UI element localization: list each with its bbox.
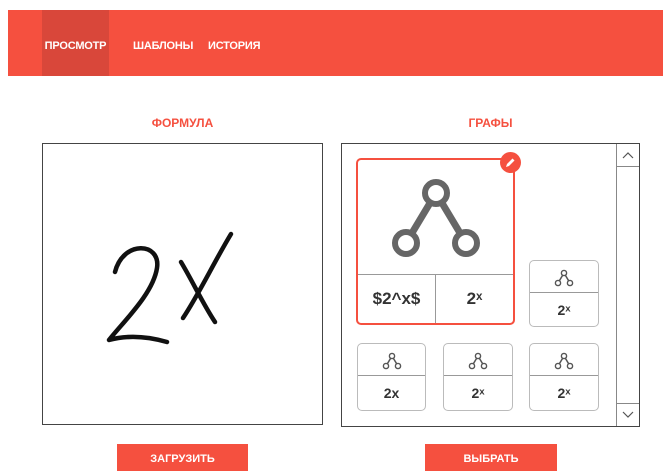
graph-card-render-label: 2ˣ: [435, 275, 513, 323]
tab-history[interactable]: ИСТОРИЯ: [208, 10, 261, 76]
graphs-title: ГРАФЫ: [468, 116, 513, 130]
graph-card-label: 2x: [383, 385, 400, 401]
graph-card[interactable]: 2x: [357, 343, 426, 411]
tab-preview[interactable]: ПРОСМОТР: [42, 10, 109, 76]
tab-templates-label: ШАБЛОНЫ: [133, 40, 194, 52]
tree-graph-icon: [391, 178, 480, 257]
upload-button-label: ЗАГРУЗИТЬ: [150, 453, 215, 465]
formula-title: ФОРМУЛА: [151, 116, 214, 130]
graph-card-label: 2ˣ: [557, 301, 571, 318]
pencil-icon[interactable]: [500, 152, 521, 173]
graph-card-formula-label: $2^x$: [372, 289, 421, 308]
tree-graph-icon: [382, 352, 401, 370]
graph-card[interactable]: 2ˣ: [529, 343, 599, 411]
select-button[interactable]: ВЫБРАТЬ: [425, 444, 557, 471]
graph-card-label: 2ˣ: [471, 385, 485, 401]
tab-history-label: ИСТОРИЯ: [208, 40, 261, 52]
tree-graph-icon: [468, 352, 488, 370]
select-button-label: ВЫБРАТЬ: [463, 453, 519, 465]
graph-card[interactable]: 2ˣ: [529, 260, 599, 327]
tab-templates[interactable]: ШАБЛОНЫ: [133, 10, 193, 76]
graph-card[interactable]: 2ˣ: [443, 343, 513, 411]
graph-card-label: 2ˣ: [557, 385, 571, 401]
tree-graph-icon: [554, 269, 574, 287]
tab-preview-label: ПРОСМОТР: [44, 40, 107, 52]
chevron-down-icon[interactable]: [617, 403, 639, 426]
top-navigation-bar: ПРОСМОТР ШАБЛОНЫ ИСТОРИЯ: [8, 10, 663, 76]
formula-canvas[interactable]: 2X: [42, 143, 323, 425]
handwritten-formula: 2X: [106, 231, 234, 345]
graphs-scrollbar[interactable]: [616, 144, 639, 426]
tree-graph-icon: [554, 352, 574, 370]
graph-card-selected[interactable]: $2^x$ 2ˣ: [356, 158, 515, 325]
upload-button[interactable]: ЗАГРУЗИТЬ: [117, 444, 248, 471]
chevron-up-icon[interactable]: [617, 144, 639, 167]
